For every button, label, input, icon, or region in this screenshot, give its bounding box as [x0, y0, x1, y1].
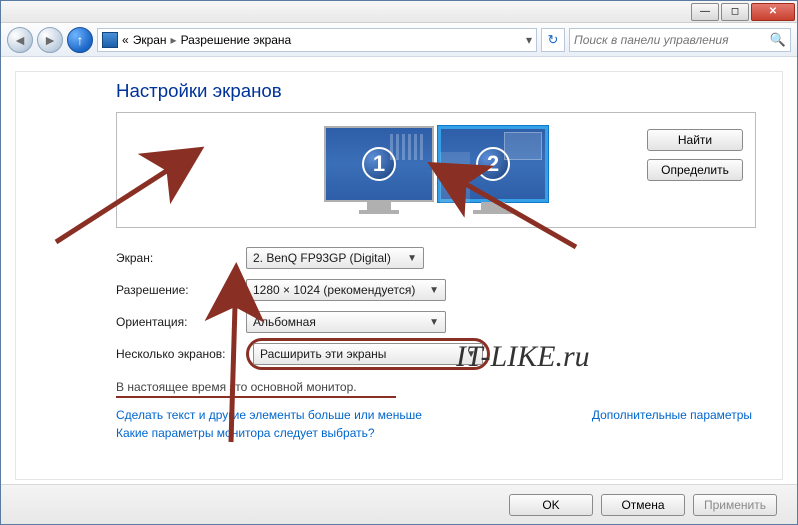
minimize-button[interactable]: — — [691, 3, 719, 21]
breadcrumb-dropdown-icon[interactable]: ▾ — [526, 33, 532, 47]
content: Настройки экранов 1 2 — [15, 71, 783, 480]
chevron-down-icon: ▼ — [466, 349, 476, 360]
maximize-icon: ◻ — [731, 6, 739, 17]
select-resolution-value: 1280 × 1024 (рекомендуется) — [253, 283, 415, 297]
label-screen: Экран: — [116, 251, 246, 265]
select-orientation-value: Альбомная — [253, 315, 316, 329]
select-multi[interactable]: Расширить эти экраны ▼ — [253, 343, 483, 365]
monitor-preview: 1 2 Найти Определить — [116, 112, 756, 228]
primary-monitor-note: В настоящее время это основной монитор. — [116, 380, 782, 394]
breadcrumb-item-resolution[interactable]: Разрешение экрана — [181, 33, 292, 47]
search-input[interactable] — [574, 33, 770, 47]
detect-button[interactable]: Определить — [647, 159, 743, 181]
breadcrumb-item-screen[interactable]: Экран — [133, 33, 167, 47]
breadcrumb-separator: ▸ — [171, 33, 177, 47]
select-screen-value: 2. BenQ FP93GP (Digital) — [253, 251, 391, 265]
breadcrumb[interactable]: « Экран ▸ Разрешение экрана ▾ — [97, 28, 537, 52]
label-resolution: Разрешение: — [116, 283, 246, 297]
back-arrow-icon: ◄ — [13, 32, 27, 48]
control-panel-icon — [102, 32, 118, 48]
chevron-down-icon: ▼ — [429, 285, 439, 296]
annotation-highlight-oval: Расширить эти экраны ▼ — [246, 338, 490, 370]
window: — ◻ ✕ ◄ ► ↑ « Экран ▸ Разрешение экрана … — [0, 0, 798, 525]
refresh-icon: ↻ — [548, 32, 559, 48]
apply-button[interactable]: Применить — [693, 494, 777, 516]
row-orientation: Ориентация: Альбомная ▼ — [116, 306, 752, 338]
settings-form: Экран: 2. BenQ FP93GP (Digital) ▼ Разреш… — [116, 242, 752, 370]
select-screen[interactable]: 2. BenQ FP93GP (Digital) ▼ — [246, 247, 424, 269]
up-arrow-icon: ↑ — [77, 32, 84, 48]
close-icon: ✕ — [769, 6, 777, 17]
monitor-group: 1 2 — [324, 126, 548, 214]
dialog-footer: OK Отмена Применить — [1, 484, 797, 524]
select-resolution[interactable]: 1280 × 1024 (рекомендуется) ▼ — [246, 279, 446, 301]
label-multi: Несколько экранов: — [116, 347, 246, 361]
row-screen: Экран: 2. BenQ FP93GP (Digital) ▼ — [116, 242, 752, 274]
link-which-params[interactable]: Какие параметры монитора следует выбрать… — [116, 426, 375, 440]
ok-button[interactable]: OK — [509, 494, 593, 516]
minimize-icon: — — [700, 6, 710, 17]
forward-button[interactable]: ► — [37, 27, 63, 53]
search-icon[interactable]: 🔍 — [770, 32, 786, 48]
find-button[interactable]: Найти — [647, 129, 743, 151]
monitor-1-decoration-icon — [390, 134, 426, 160]
refresh-button[interactable]: ↻ — [541, 28, 565, 52]
link-advanced[interactable]: Дополнительные параметры — [592, 408, 752, 422]
annotation-underline — [116, 396, 396, 398]
row-resolution: Разрешение: 1280 × 1024 (рекомендуется) … — [116, 274, 752, 306]
monitor-2-decoration-icon — [504, 132, 542, 160]
link-bigger-text[interactable]: Сделать текст и другие элементы больше и… — [116, 408, 422, 422]
monitor-2[interactable]: 2 — [438, 126, 548, 214]
chevron-down-icon: ▼ — [429, 317, 439, 328]
back-button[interactable]: ◄ — [7, 27, 33, 53]
forward-arrow-icon: ► — [43, 32, 57, 48]
breadcrumb-prefix: « — [122, 33, 129, 47]
label-orientation: Ориентация: — [116, 315, 246, 329]
chevron-down-icon: ▼ — [407, 253, 417, 264]
select-multi-value: Расширить эти экраны — [260, 347, 386, 361]
row-multi: Несколько экранов: Расширить эти экраны … — [116, 338, 752, 370]
maximize-button[interactable]: ◻ — [721, 3, 749, 21]
monitor-1[interactable]: 1 — [324, 126, 434, 214]
up-button[interactable]: ↑ — [67, 27, 93, 53]
cancel-button[interactable]: Отмена — [601, 494, 685, 516]
preview-buttons: Найти Определить — [647, 129, 743, 181]
close-button[interactable]: ✕ — [751, 3, 795, 21]
page-title: Настройки экранов — [116, 80, 782, 102]
navbar: ◄ ► ↑ « Экран ▸ Разрешение экрана ▾ ↻ 🔍 — [1, 23, 797, 57]
titlebar: — ◻ ✕ — [1, 1, 797, 23]
search-box[interactable]: 🔍 — [569, 28, 791, 52]
select-orientation[interactable]: Альбомная ▼ — [246, 311, 446, 333]
